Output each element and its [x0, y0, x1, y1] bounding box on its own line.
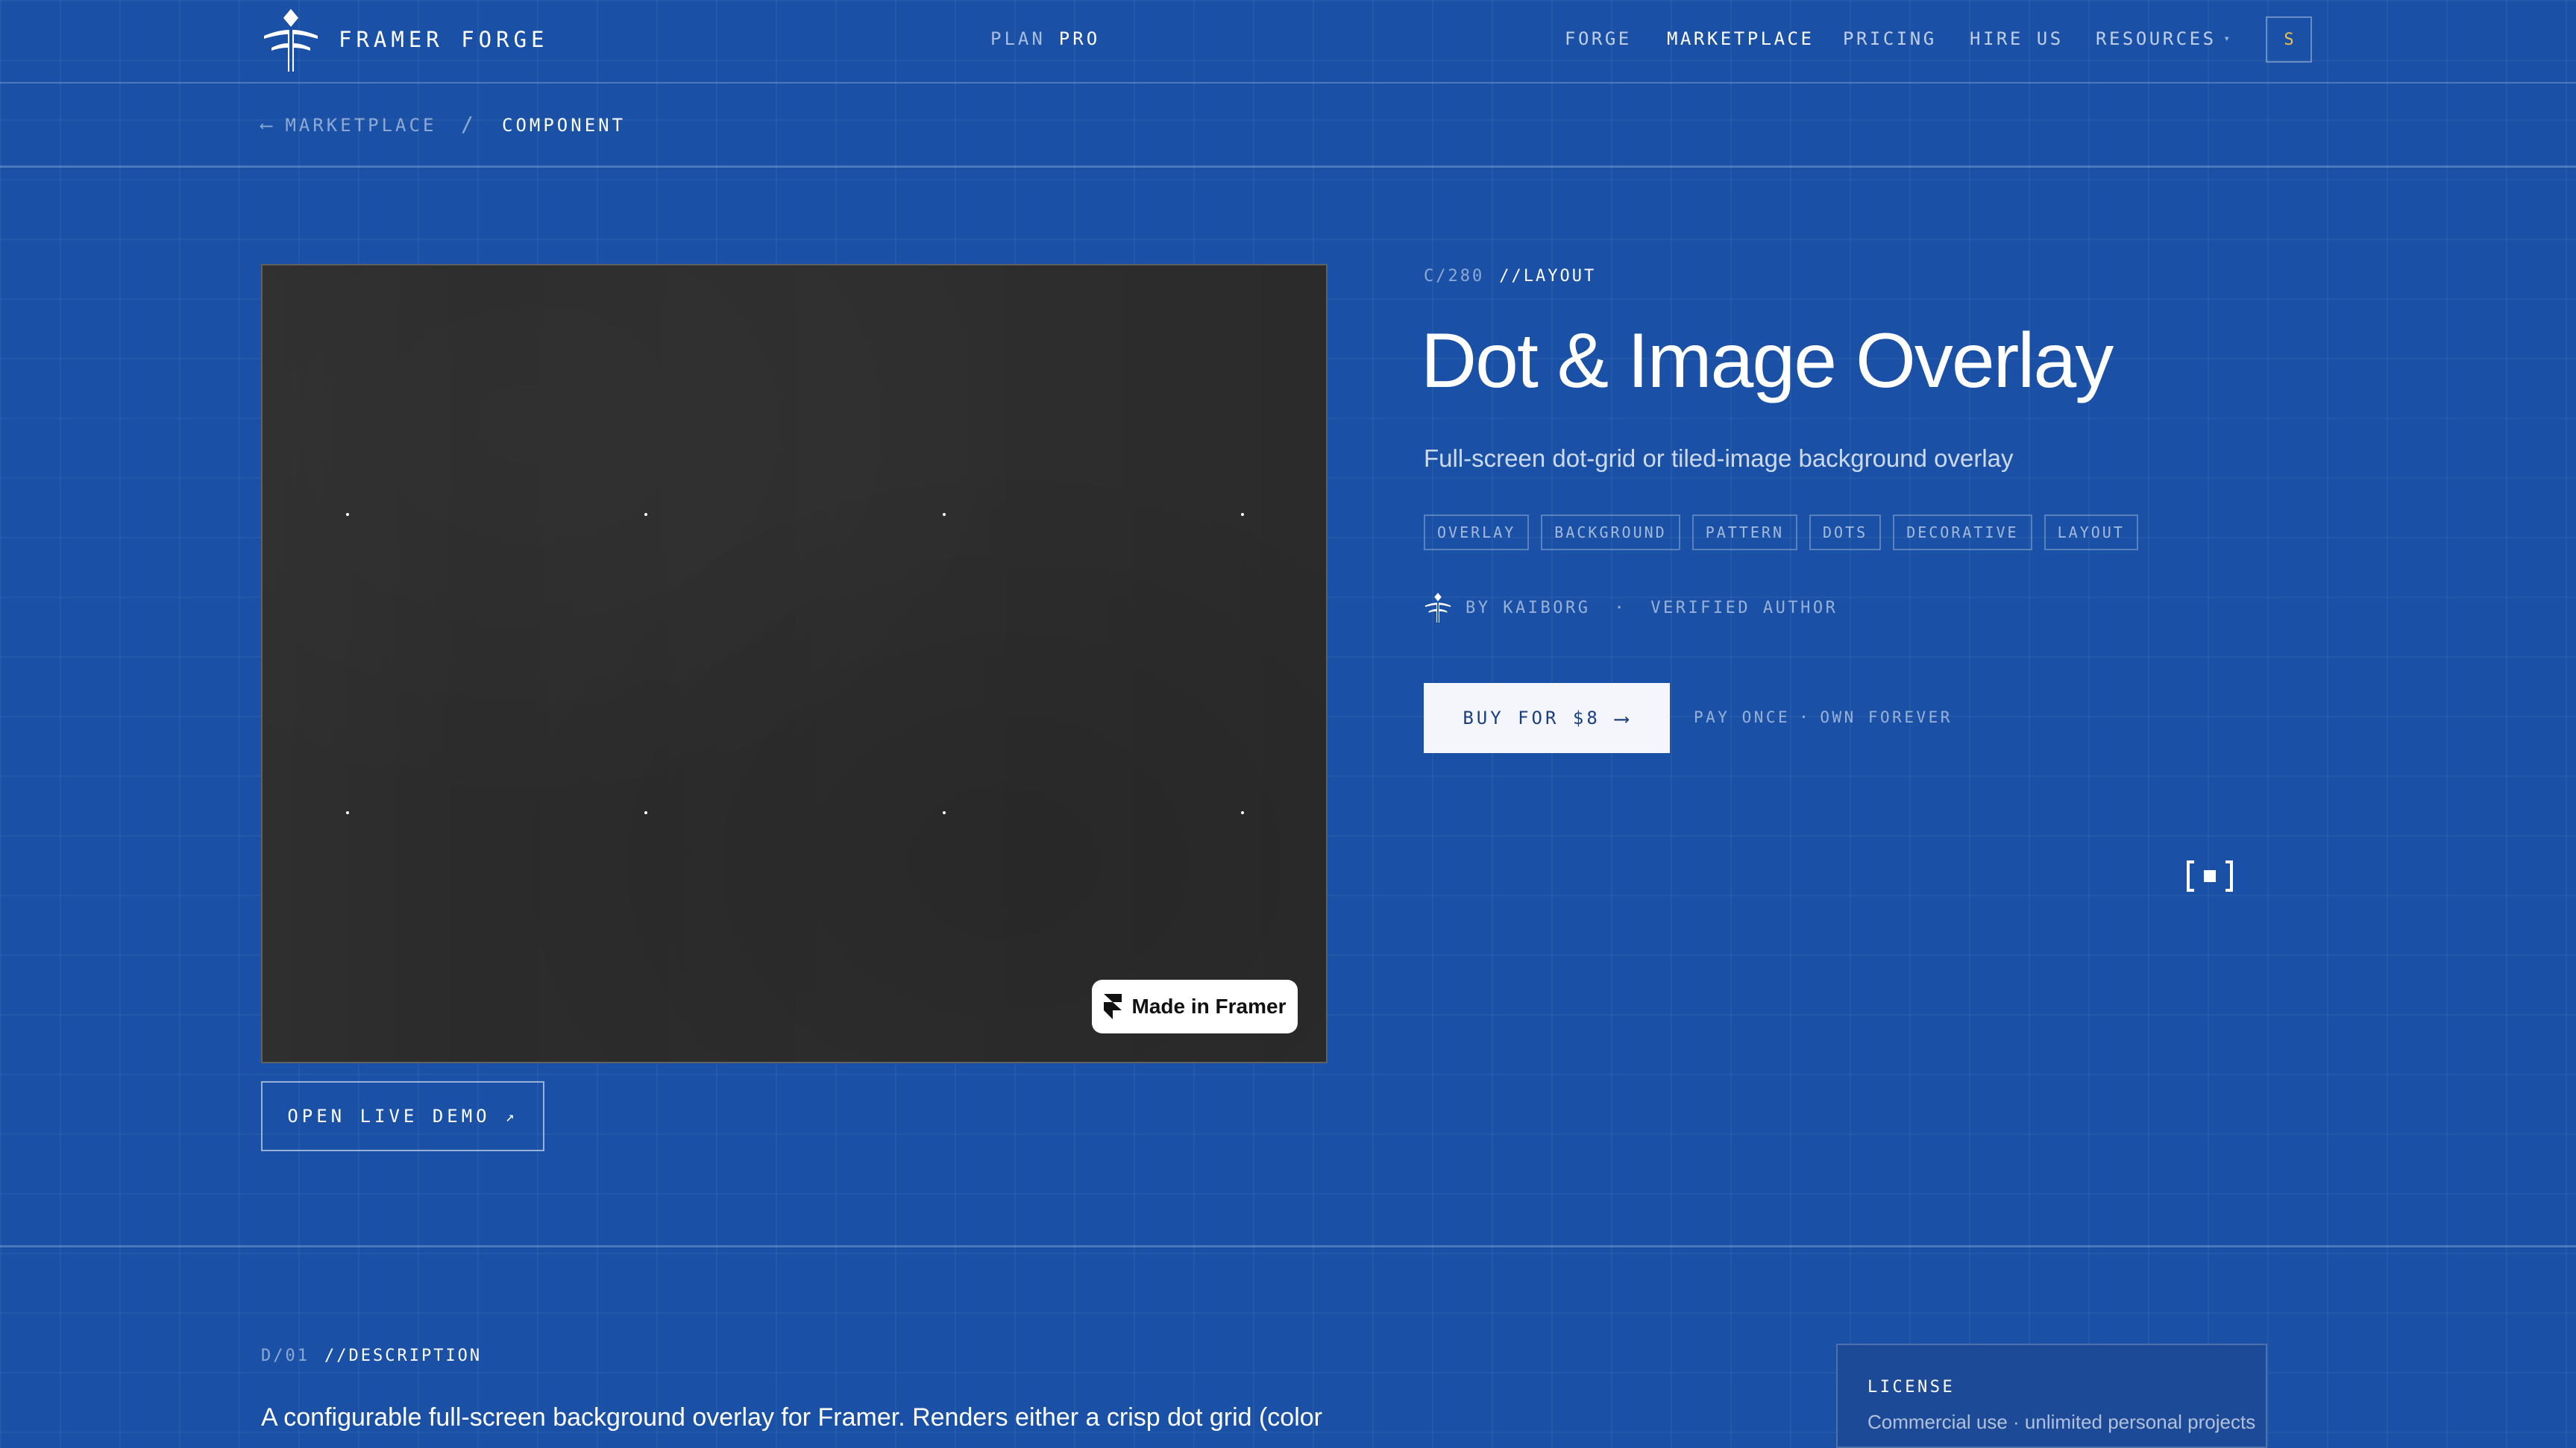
nav-link-resources[interactable]: RESOURCES ▾	[2096, 28, 2232, 49]
license-text: Commercial use · unlimited personal proj…	[1867, 1411, 2256, 1433]
author-status: VERIFIED AUTHOR	[1650, 598, 1838, 617]
framer-forge-logo-icon[interactable]	[261, 7, 321, 73]
nav-link-pricing[interactable]: PRICING	[1843, 28, 1937, 49]
chevron-down-icon: ▾	[2223, 33, 2233, 45]
preview-dot	[346, 513, 349, 516]
tag-background[interactable]: BACKGROUND	[1541, 514, 1680, 550]
plan-value: PRO	[1058, 28, 1101, 49]
nav-link-resources-label: RESOURCES	[2096, 28, 2217, 49]
tag-pattern[interactable]: PATTERN	[1691, 514, 1798, 550]
made-in-framer-label: Made in Framer	[1131, 995, 1287, 1018]
plan-indicator: PLAN PRO	[990, 28, 1100, 49]
preview-dot	[943, 811, 946, 814]
buy-button[interactable]: BUY FOR $8 ⟶	[1424, 683, 1670, 753]
nav-link-forge[interactable]: FORGE	[1565, 28, 1632, 49]
author-name[interactable]: BY KAIBORG	[1466, 599, 1590, 617]
preview-texture	[263, 265, 1326, 1062]
preview-dot	[644, 513, 647, 516]
focus-bracket-icon	[2187, 860, 2233, 892]
separator-dot: ·	[1799, 708, 1812, 726]
pay-note-forever: OWN FOREVER	[1820, 708, 1953, 726]
description-code: D/01	[261, 1347, 310, 1365]
license-label: LICENSE	[1867, 1378, 1955, 1397]
preview-dot	[1241, 513, 1244, 516]
component-code: C/280	[1424, 267, 1485, 286]
breadcrumb-marketplace-label: MARKETPLACE	[285, 115, 437, 136]
framer-icon	[1103, 994, 1122, 1019]
preview-dot	[943, 513, 946, 516]
preview-dot	[1241, 811, 1244, 814]
arrow-left-icon: ⟵	[261, 115, 275, 136]
preview-dot	[346, 811, 349, 814]
component-category: //LAYOUT	[1499, 267, 1597, 286]
tag-layout[interactable]: LAYOUT	[2043, 514, 2138, 550]
open-live-demo-button[interactable]: OPEN LIVE DEMO ↗	[261, 1081, 544, 1151]
buy-button-label: BUY FOR $8	[1463, 708, 1600, 728]
component-subtitle: Full-screen dot-grid or tiled-image back…	[1424, 444, 2014, 472]
nav-link-hire-us[interactable]: HIRE US	[1970, 28, 2064, 49]
description-text: A configurable full-screen background ov…	[261, 1403, 1323, 1432]
external-link-icon: ↗	[505, 1107, 518, 1125]
component-meta: C/280 //LAYOUT	[1424, 267, 1596, 286]
license-panel: LICENSE Commercial use · unlimited perso…	[1836, 1344, 2267, 1448]
tag-overlay[interactable]: OVERLAY	[1424, 514, 1530, 550]
breadcrumb-current: COMPONENT	[502, 115, 626, 136]
nav-link-marketplace[interactable]: MARKETPLACE	[1667, 28, 1814, 49]
pay-note: PAY ONCE · OWN FOREVER	[1694, 708, 1953, 726]
description-meta: D/01 //DESCRIPTION	[261, 1347, 482, 1365]
component-title: Dot & Image Overlay	[1421, 318, 2114, 404]
arrow-right-icon: ⟶	[1615, 705, 1631, 731]
made-in-framer-badge[interactable]: Made in Framer	[1092, 980, 1298, 1033]
preview-dot	[644, 811, 647, 814]
author-logo-icon	[1424, 593, 1451, 623]
brand-name[interactable]: FRAMER FORGE	[339, 27, 549, 52]
tag-dots[interactable]: DOTS	[1809, 514, 1882, 550]
section-divider	[0, 1245, 2576, 1247]
top-nav: FRAMER FORGE PLAN PRO FORGE MARKETPLACE P…	[0, 0, 2576, 84]
breadcrumb-separator: /	[461, 112, 477, 136]
separator-dot: ·	[1614, 598, 1627, 617]
author-line: BY KAIBORG · VERIFIED AUTHOR	[1424, 592, 1838, 623]
component-preview[interactable]: Made in Framer	[261, 264, 1328, 1063]
open-live-demo-label: OPEN LIVE DEMO	[287, 1106, 491, 1127]
breadcrumb: ⟵ MARKETPLACE / COMPONENT	[0, 84, 2576, 168]
user-avatar[interactable]: S	[2266, 16, 2312, 63]
description-heading: //DESCRIPTION	[324, 1347, 483, 1365]
breadcrumb-back-link[interactable]: ⟵ MARKETPLACE	[261, 115, 436, 136]
tag-decorative[interactable]: DECORATIVE	[1893, 514, 2032, 550]
tag-list: OVERLAY BACKGROUND PATTERN DOTS DECORATI…	[1424, 514, 2138, 550]
plan-label: PLAN	[990, 28, 1046, 49]
pay-note-once: PAY ONCE	[1694, 708, 1791, 726]
